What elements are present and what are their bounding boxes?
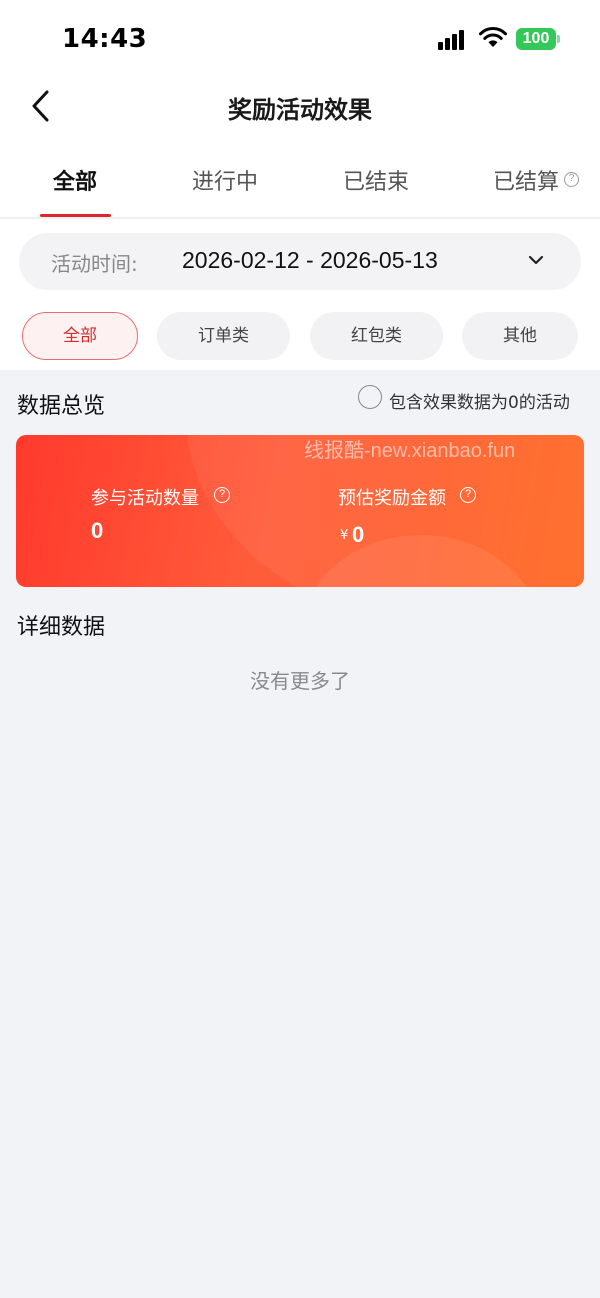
chip-order[interactable]: 订单类 <box>157 312 290 360</box>
page-title: 奖励活动效果 <box>228 96 372 124</box>
estimated-reward-help-icon[interactable]: ? <box>460 487 476 503</box>
details-title: 详细数据 <box>17 615 106 640</box>
watermark-text: 线报酷-new.xianbao.fun <box>304 440 516 462</box>
chip-red-packet[interactable]: 红包类 <box>310 312 443 360</box>
estimated-reward-label: 预估奖励金额 <box>338 488 446 509</box>
tab-all[interactable]: 全部 <box>53 164 97 196</box>
cellular-signal-icon <box>438 30 470 50</box>
battery-icon: 100 <box>516 28 560 50</box>
currency-symbol: ¥ <box>340 528 349 543</box>
chip-all[interactable]: 全部 <box>22 312 138 360</box>
battery-level: 100 <box>516 28 556 50</box>
date-range-selector[interactable]: 活动时间: 2026-02-12 - 2026-05-13 <box>19 233 581 290</box>
estimated-reward-value: 0 <box>352 522 365 547</box>
chip-other[interactable]: 其他 <box>462 312 578 360</box>
status-time: 14:43 <box>62 24 148 54</box>
settled-help-icon[interactable]: ? <box>564 172 579 187</box>
overview-title: 数据总览 <box>17 394 106 419</box>
tabs-divider <box>0 217 600 219</box>
chevron-down-icon <box>528 255 544 265</box>
tab-ended[interactable]: 已结束 <box>343 164 409 196</box>
date-range-label: 活动时间: <box>51 252 138 276</box>
include-zero-label[interactable]: 包含效果数据为0的活动 <box>389 388 570 413</box>
tab-settled[interactable]: 已结算 <box>493 164 559 196</box>
include-zero-radio[interactable] <box>358 385 382 409</box>
date-range-value: 2026-02-12 - 2026-05-13 <box>182 247 438 273</box>
no-more-text: 没有更多了 <box>250 669 350 693</box>
wifi-icon <box>479 27 507 47</box>
activity-count-label: 参与活动数量 <box>91 488 199 509</box>
tab-in-progress[interactable]: 进行中 <box>192 164 258 196</box>
activity-count-value: 0 <box>91 518 104 543</box>
activity-count-help-icon[interactable]: ? <box>214 487 230 503</box>
